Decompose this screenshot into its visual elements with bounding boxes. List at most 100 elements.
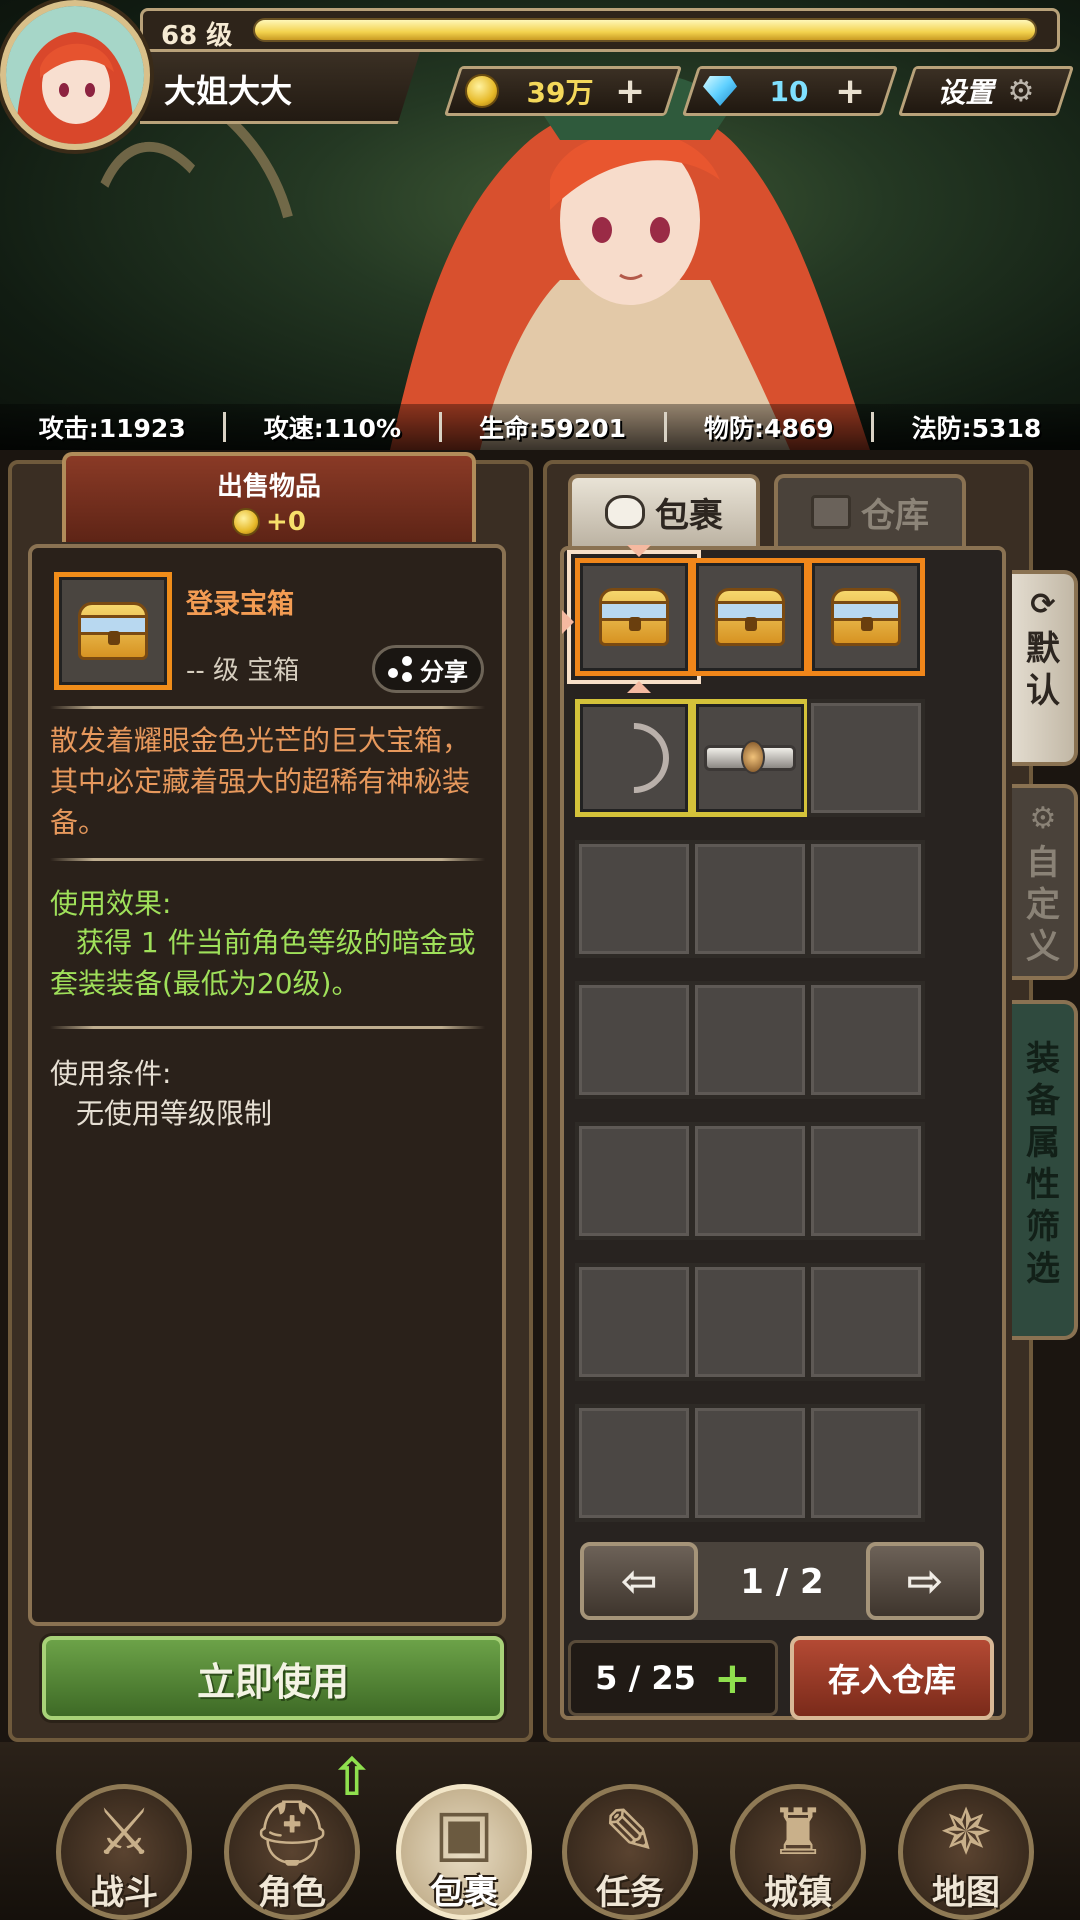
selection-marker-icon <box>627 669 651 693</box>
item-description: 散发着耀眼金色光芒的巨大宝箱，其中必定藏着强大的超稀有神秘装备。 <box>50 724 471 839</box>
belt-icon <box>704 740 796 774</box>
side-tab-char: 认 <box>1026 671 1060 711</box>
treasure-chest-icon <box>831 588 901 646</box>
inventory-slot[interactable] <box>575 1404 693 1522</box>
treasure-chest-icon <box>715 588 785 646</box>
side-tab-label: 自定义 <box>1026 842 1060 968</box>
inventory-slot[interactable] <box>807 840 925 958</box>
inventory-slot[interactable] <box>575 1122 693 1240</box>
bow-icon <box>584 708 684 808</box>
side-tab-label: 默认 <box>1026 628 1060 712</box>
nav-map[interactable]: ✵ 地图 <box>886 1762 1046 1920</box>
inventory-slot[interactable] <box>807 1404 925 1522</box>
tab-bag[interactable]: 包裹 <box>568 474 760 546</box>
divider <box>50 1026 485 1029</box>
side-tab-char: 定 <box>1026 885 1060 925</box>
stat-hp: 生命:59201 <box>479 414 627 443</box>
tab-sort-default[interactable]: ⟳ 默认 <box>1012 570 1078 766</box>
crossed-swords-shield-icon: ⚔ <box>95 1796 153 1870</box>
selection-marker-icon <box>562 610 586 634</box>
inventory-slot[interactable] <box>575 840 693 958</box>
inventory-slot[interactable] <box>691 1122 809 1240</box>
settings-button[interactable]: 设置 ⚙ <box>897 66 1075 116</box>
bag-capacity: 5 / 25 + <box>568 1640 778 1716</box>
item-type: -- 级 宝箱 <box>186 656 300 686</box>
experience-fill <box>253 18 1037 42</box>
scroll-icon: ✎ <box>603 1796 657 1870</box>
nav-battle[interactable]: ⚔ 战斗 <box>44 1762 204 1920</box>
tab-sort-custom[interactable]: ⚙ 自定义 <box>1012 784 1078 980</box>
side-tab-char: 备 <box>1026 1081 1060 1121</box>
item-name: 登录宝箱 <box>186 589 294 620</box>
avatar-portrait-icon <box>6 6 144 144</box>
nav-town[interactable]: ♜ 城镇 <box>718 1762 878 1920</box>
inventory-slot[interactable] <box>807 981 925 1099</box>
inventory-slot[interactable] <box>691 1404 809 1522</box>
gear-icon: ⚙ <box>1029 801 1057 836</box>
inventory-slot[interactable] <box>575 1263 693 1381</box>
gold-value: 39万 <box>526 76 594 109</box>
bag-icon <box>605 495 645 529</box>
stats-bar: 攻击:11923 攻速:110% 生命:59201 物防:4869 法防:531… <box>0 404 1080 450</box>
share-button[interactable]: 分享 <box>372 645 484 693</box>
tower-icon: ♜ <box>769 1796 827 1870</box>
diamond-icon <box>703 76 737 106</box>
nav-label: 包裹 <box>430 1873 498 1913</box>
arrow-right-icon: ⇨ <box>906 1555 944 1607</box>
next-page-button[interactable]: ⇨ <box>866 1542 984 1620</box>
sell-item-button[interactable]: 出售物品 +0 <box>62 452 476 542</box>
sell-price: +0 <box>266 507 306 537</box>
nav-label: 任务 <box>596 1873 664 1913</box>
effect-text: 获得 1 件当前角色等级的暗金或套装装备(最低为20级)。 <box>50 926 476 1000</box>
nav-quest[interactable]: ✎ 任务 <box>550 1762 710 1920</box>
inventory-slot[interactable] <box>575 699 693 817</box>
inventory-slot[interactable] <box>575 981 693 1099</box>
add-diamond-button[interactable]: + <box>835 71 865 112</box>
inventory-slot[interactable] <box>562 545 710 693</box>
sell-value: +0 <box>66 507 472 537</box>
inventory-slot[interactable] <box>691 1263 809 1381</box>
nav-bag[interactable]: ▣ 包裹 <box>384 1762 544 1920</box>
add-gold-button[interactable]: + <box>615 71 645 112</box>
side-tab-char: 属 <box>1026 1123 1060 1163</box>
inventory-slot[interactable] <box>691 840 809 958</box>
diamond-counter: 10 + <box>681 66 899 116</box>
inventory-slot[interactable] <box>807 1122 925 1240</box>
pagination: ⇦ 1 / 2 ⇨ <box>580 1542 984 1620</box>
inventory-slot[interactable] <box>807 558 925 676</box>
character-portrait <box>390 72 870 450</box>
sell-title: 出售物品 <box>216 472 321 502</box>
upgrade-arrow-icon: ⇧ <box>330 1748 374 1808</box>
inventory-slot[interactable] <box>807 1263 925 1381</box>
stat-attack-speed: 攻速:110% <box>263 414 401 443</box>
item-icon <box>54 572 172 690</box>
gold-coin-icon <box>232 508 261 536</box>
divider <box>223 412 227 442</box>
avatar[interactable] <box>0 0 150 150</box>
inventory-slot[interactable] <box>807 699 925 817</box>
divider <box>663 412 667 442</box>
effect-title: 使用效果: <box>50 887 172 920</box>
level-label: 68 级 <box>161 21 233 51</box>
settings-label: 设置 <box>937 76 994 109</box>
use-now-label: 立即使用 <box>196 1659 349 1704</box>
expand-capacity-button[interactable]: + <box>714 1653 751 1704</box>
condition-text: 无使用等级限制 <box>76 1097 273 1130</box>
inventory-slot[interactable] <box>691 981 809 1099</box>
side-tab-char: 义 <box>1026 927 1060 967</box>
side-tab-char: 筛 <box>1026 1207 1060 1247</box>
use-now-button[interactable]: 立即使用 <box>42 1636 504 1720</box>
treasure-chest-icon <box>78 602 148 660</box>
inventory-slot[interactable] <box>691 558 809 676</box>
tab-equipment-filter[interactable]: 装备属性筛选 <box>1012 1000 1078 1340</box>
treasure-chest-icon <box>599 588 669 646</box>
stat-magic-defense: 法防:5318 <box>911 414 1042 443</box>
inventory-slot[interactable] <box>691 699 809 817</box>
condition-title: 使用条件: <box>50 1057 172 1090</box>
refresh-icon: ⟳ <box>1030 587 1056 622</box>
nav-label: 角色 <box>258 1873 326 1913</box>
nav-label: 战斗 <box>90 1873 158 1913</box>
deposit-to-warehouse-button[interactable]: 存入仓库 <box>790 1636 994 1720</box>
tab-warehouse[interactable]: 仓库 <box>774 474 966 546</box>
gold-coin-icon <box>465 74 499 108</box>
